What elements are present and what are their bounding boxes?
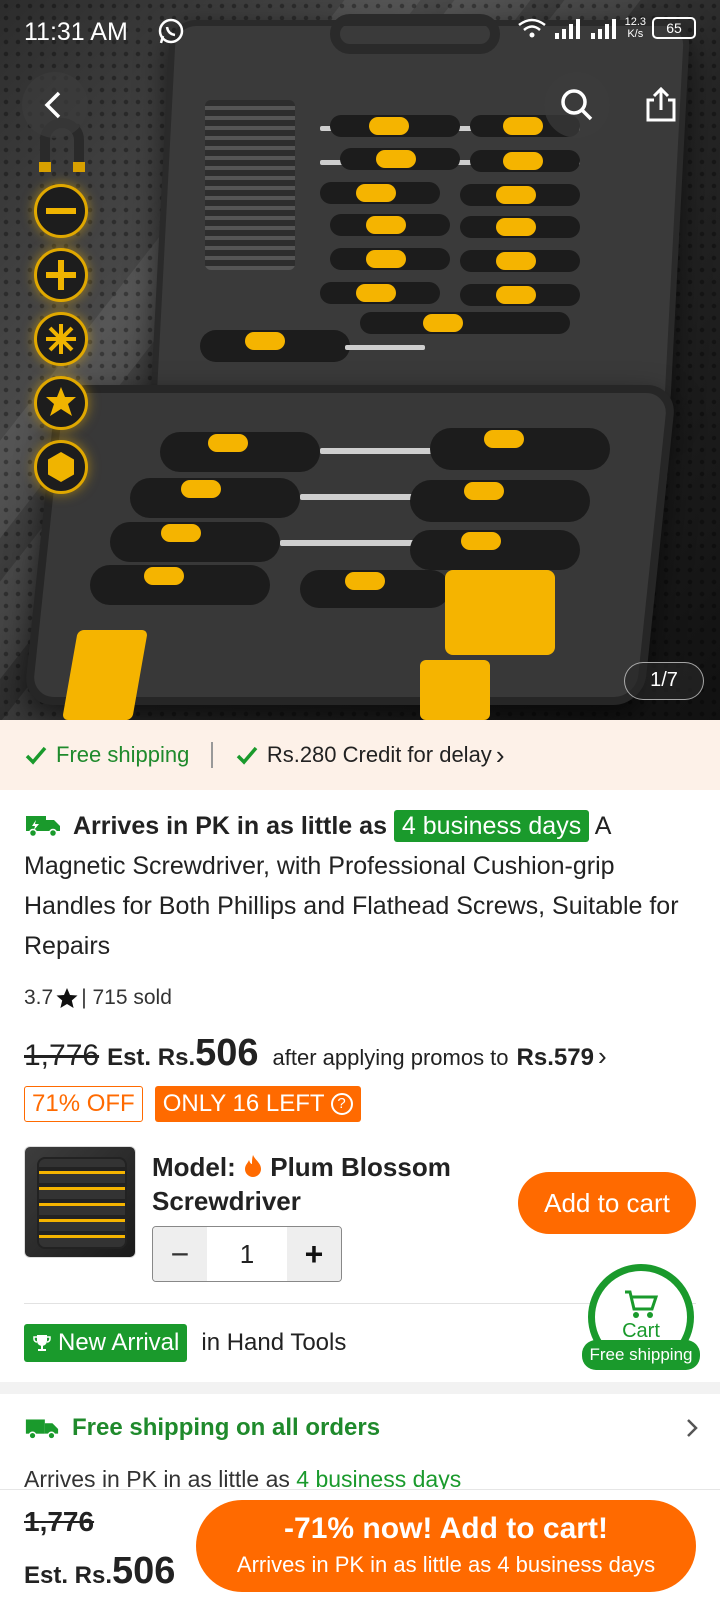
rating-value: 3.7 xyxy=(24,986,54,1009)
hex-bit-icon xyxy=(34,440,88,494)
chevron-right-icon: › xyxy=(597,1041,607,1071)
section-gap xyxy=(0,1382,720,1394)
stock-badge-label: ONLY 16 LEFT xyxy=(162,1090,325,1117)
help-icon: ? xyxy=(330,1093,353,1115)
price-row[interactable]: 1,776 Est. Rs. 506 after applying promos… xyxy=(24,1032,607,1075)
network-speed: 12.3 K/s xyxy=(624,16,646,40)
decrease-quantity-button[interactable]: − xyxy=(153,1227,207,1281)
back-button[interactable] xyxy=(22,72,88,138)
category-text: in Hand Tools xyxy=(201,1329,347,1356)
image-counter: 1/7 xyxy=(624,662,704,700)
delivery-estimate-days: 4 business days xyxy=(296,1466,462,1490)
bottom-price: 506 xyxy=(112,1550,176,1592)
bottom-est-price: Est. Rs.506 xyxy=(24,1550,175,1593)
add-to-cart-button[interactable]: Add to cart xyxy=(518,1172,696,1234)
category-row[interactable]: New Arrival in Hand Tools xyxy=(24,1324,346,1362)
promo-price: Rs.579 xyxy=(516,1044,594,1071)
wifi-icon xyxy=(517,18,546,38)
chevron-right-icon: › xyxy=(495,739,505,770)
arrival-days-badge: 4 business days xyxy=(393,810,590,842)
rating-row[interactable]: 3.7 | 715 sold xyxy=(24,986,172,1010)
truck-icon xyxy=(25,1419,59,1440)
current-price: 506 xyxy=(195,1032,259,1074)
shipping-benefits-bar[interactable]: Free shipping Rs.280 Credit for delay › xyxy=(0,720,720,790)
delivery-estimate: Arrives in PK in as little as 4 business… xyxy=(24,1466,461,1490)
bit-holder xyxy=(205,100,295,270)
share-button[interactable] xyxy=(628,72,694,138)
delay-credit-benefit[interactable]: Rs.280 Credit for delay › xyxy=(235,739,505,771)
star-icon xyxy=(56,988,78,1008)
back-arrow-icon xyxy=(44,91,61,119)
divider xyxy=(211,742,213,768)
cta-primary-text: -71% now! Add to cart! xyxy=(284,1512,608,1545)
thumbnail-toolbox-image xyxy=(37,1157,127,1249)
check-icon xyxy=(25,746,47,765)
quantity-value[interactable]: 1 xyxy=(207,1227,287,1281)
battery-indicator: 65 xyxy=(652,17,696,39)
est-price-label: Est. Rs. xyxy=(107,1044,196,1071)
floating-cart-button[interactable]: Cart Free shipping xyxy=(582,1264,700,1374)
cart-free-shipping-label: Free shipping xyxy=(582,1340,700,1370)
slotted-bit-icon xyxy=(34,184,88,238)
truck-icon xyxy=(26,816,60,838)
bit-type-icons xyxy=(34,118,98,504)
cart-label: Cart xyxy=(622,1320,660,1342)
discount-badge: 71% OFF xyxy=(24,1086,143,1122)
flame-icon xyxy=(245,1155,261,1177)
variant-model[interactable]: Model: Plum Blossom Screwdriver xyxy=(152,1150,482,1218)
cart-icon xyxy=(625,1290,659,1318)
add-to-cart-cta-button[interactable]: -71% now! Add to cart! Arrives in PK in … xyxy=(196,1500,696,1592)
chevron-right-icon xyxy=(687,1419,698,1437)
magnetizer-block xyxy=(445,570,555,655)
model-label: Model: xyxy=(152,1152,236,1182)
delay-credit-label: Rs.280 Credit for delay xyxy=(266,742,492,767)
status-bar: 11:31 AM 12.3 K/s 65 xyxy=(0,0,720,66)
share-icon xyxy=(646,86,676,122)
original-price: 1,776 xyxy=(24,1039,100,1072)
quantity-stepper[interactable]: − 1 + xyxy=(152,1226,342,1282)
product-title: Arrives in PK in as little as 4 business… xyxy=(24,806,704,966)
whatsapp-icon xyxy=(158,18,184,44)
check-icon xyxy=(236,746,258,765)
bottom-original-price: 1,776 xyxy=(24,1506,95,1537)
pozi-bit-icon xyxy=(34,312,88,366)
product-image[interactable]: 11:31 AM 12.3 K/s 65 1/7 xyxy=(0,0,720,720)
torx-bit-icon xyxy=(34,376,88,430)
increase-quantity-button[interactable]: + xyxy=(287,1227,341,1281)
variant-thumbnail[interactable] xyxy=(24,1146,136,1258)
new-arrival-tag: New Arrival xyxy=(24,1324,188,1362)
signal-icon xyxy=(554,19,580,39)
promo-text: after applying promos to xyxy=(272,1045,509,1070)
clock: 11:31 AM xyxy=(24,18,128,46)
sold-count: | 715 sold xyxy=(81,986,172,1009)
cta-secondary-text: Arrives in PK in as little as 4 business… xyxy=(236,1552,656,1577)
new-arrival-label: New Arrival xyxy=(58,1329,180,1356)
badge-row: 71% OFF ONLY 16 LEFT ? xyxy=(24,1086,361,1122)
delivery-estimate-prefix: Arrives in PK in as little as xyxy=(24,1466,290,1490)
bottom-purchase-bar: 1,776 Est. Rs.506 -71% now! Add to cart!… xyxy=(0,1489,720,1612)
signal-icon-2 xyxy=(590,19,616,39)
search-icon xyxy=(561,89,593,121)
trophy-icon xyxy=(33,1335,51,1351)
phillips-bit-icon xyxy=(34,248,88,302)
arrival-prefix: Arrives in PK in as little as xyxy=(72,812,387,840)
free-shipping-benefit: Free shipping xyxy=(24,742,189,768)
free-shipping-label: Free shipping xyxy=(56,742,190,767)
free-shipping-all-orders: Free shipping on all orders xyxy=(72,1414,381,1441)
search-button[interactable] xyxy=(544,72,610,138)
free-shipping-row[interactable]: Free shipping on all orders xyxy=(24,1414,704,1442)
bottom-est-label: Est. Rs. xyxy=(24,1562,113,1589)
stock-badge[interactable]: ONLY 16 LEFT ? xyxy=(154,1086,361,1122)
